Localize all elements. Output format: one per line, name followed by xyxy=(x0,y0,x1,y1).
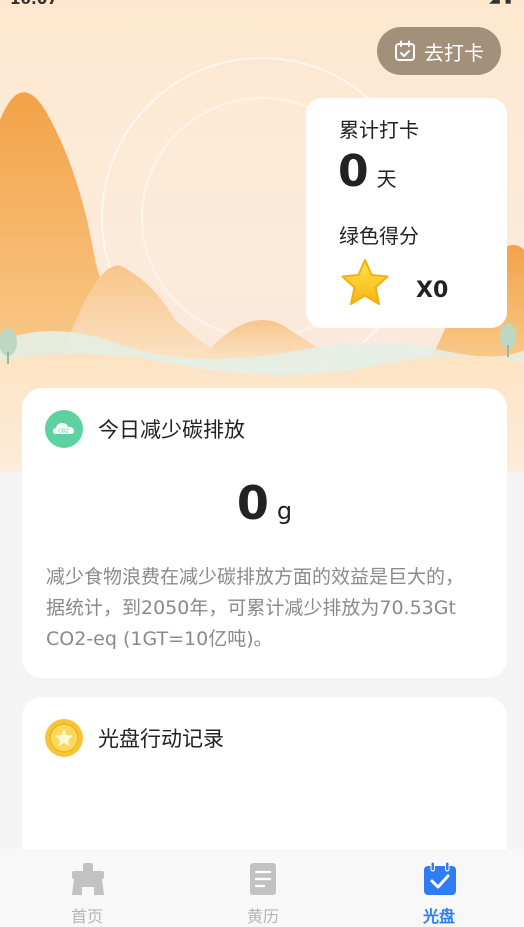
bottom-tab-bar: 首页 黄历 光盘 xyxy=(0,849,524,927)
star-icon xyxy=(339,258,391,308)
status-icons: ◢ ▮ xyxy=(489,0,512,6)
carbon-description: 减少食物浪费在减少碳排放方面的效益是巨大的，据统计，到2050年，可累计减少排放… xyxy=(46,566,465,650)
tab-label: 光盘 xyxy=(422,907,455,926)
status-bar: 16:07 ◢ ▮ xyxy=(0,0,524,10)
almanac-icon xyxy=(246,861,282,897)
total-checkin-unit: 天 xyxy=(376,167,397,191)
checkin-button[interactable]: 去打卡 xyxy=(377,27,501,75)
total-checkin-label: 累计打卡 xyxy=(339,118,419,142)
tab-almanac[interactable]: 黄历 xyxy=(176,849,350,927)
green-score-value: X0 xyxy=(416,278,449,303)
record-title: 光盘行动记录 xyxy=(98,727,224,751)
calendar-check-icon xyxy=(394,40,416,62)
home-icon xyxy=(70,861,106,897)
green-score-label: 绿色得分 xyxy=(339,224,419,248)
carbon-card: CO2 今日减少碳排放 0g 减少食物浪费在减少碳排放方面的效益是巨大的，据统计… xyxy=(22,388,507,678)
tab-label: 黄历 xyxy=(246,907,279,926)
tab-label: 首页 xyxy=(70,907,103,926)
tab-clean-plate[interactable]: 光盘 xyxy=(352,849,524,927)
clean-plate-icon xyxy=(422,861,458,897)
total-checkin-value-row: 0天 xyxy=(338,146,397,197)
carbon-title: 今日减少碳排放 xyxy=(98,418,245,442)
carbon-unit: g xyxy=(276,497,293,525)
carbon-value-row: 0g xyxy=(22,476,507,530)
gold-star-coin-icon xyxy=(45,719,83,757)
checkin-label: 去打卡 xyxy=(424,40,484,65)
co2-cloud-icon: CO2 xyxy=(45,410,83,448)
status-time: 16:07 xyxy=(10,0,58,8)
stats-card: 累计打卡 0天 绿色得分 X0 xyxy=(306,98,507,328)
tab-home[interactable]: 首页 xyxy=(0,849,174,927)
carbon-value: 0 xyxy=(236,476,269,530)
total-checkin-value: 0 xyxy=(338,146,369,197)
svg-text:CO2: CO2 xyxy=(58,429,69,435)
